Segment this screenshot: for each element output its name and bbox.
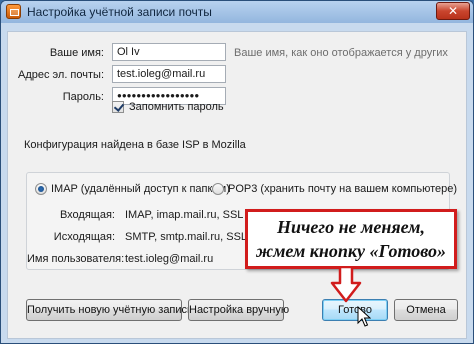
instruction-callout: Ничего не меняем, жмем кнопку «Готово» — [245, 209, 457, 269]
cancel-button[interactable]: Отмена — [394, 299, 458, 321]
name-hint: Ваше имя, как оно отображается у других — [234, 47, 448, 59]
email-field[interactable]: test.ioleg@mail.ru — [112, 65, 226, 83]
remember-password-label: Запомнить пароль — [129, 101, 224, 113]
imap-radio[interactable] — [35, 183, 47, 195]
outgoing-value: SMTP, smtp.mail.ru, SSL — [125, 231, 248, 243]
get-new-account-button[interactable]: Получить новую учётную запись — [26, 299, 193, 321]
password-label: Пароль: — [62, 91, 104, 103]
close-button[interactable]: ✕ — [436, 2, 470, 20]
username-label: Имя пользователя: — [27, 253, 125, 265]
incoming-label: Входящая: — [59, 209, 115, 221]
outgoing-label: Исходящая: — [53, 231, 115, 243]
window-title: Настройка учётной записи почты — [27, 5, 212, 19]
dialog-content: Ваше имя: Ol Iv Ваше имя, как оно отобра… — [7, 31, 467, 339]
title-bar: Настройка учётной записи почты ✕ — [1, 1, 473, 23]
config-found-message: Конфигурация найдена в базе ISP в Mozill… — [24, 139, 246, 151]
email-label: Адрес эл. почты: — [17, 69, 104, 81]
mail-app-icon — [6, 4, 21, 19]
incoming-value: IMAP, imap.mail.ru, SSL — [125, 209, 244, 221]
account-setup-window: Настройка учётной записи почты ✕ Ваше им… — [0, 0, 474, 344]
callout-line-2: жмем кнопку «Готово» — [255, 241, 447, 261]
mouse-pointer-icon — [357, 306, 371, 327]
username-value: test.ioleg@mail.ru — [125, 253, 214, 265]
remember-password-checkbox[interactable] — [112, 101, 124, 113]
name-field[interactable]: Ol Iv — [112, 43, 226, 61]
imap-label: IMAP (удалённый доступ к папкам) — [51, 183, 230, 195]
red-arrow-icon — [330, 267, 362, 303]
name-label: Ваше имя: — [49, 47, 104, 59]
pop3-radio[interactable] — [212, 183, 224, 195]
pop3-label: POP3 (хранить почту на вашем компьютере) — [228, 183, 458, 195]
manual-setup-button[interactable]: Настройка вручную — [188, 299, 289, 321]
callout-line-1: Ничего не меняем, — [276, 217, 426, 237]
